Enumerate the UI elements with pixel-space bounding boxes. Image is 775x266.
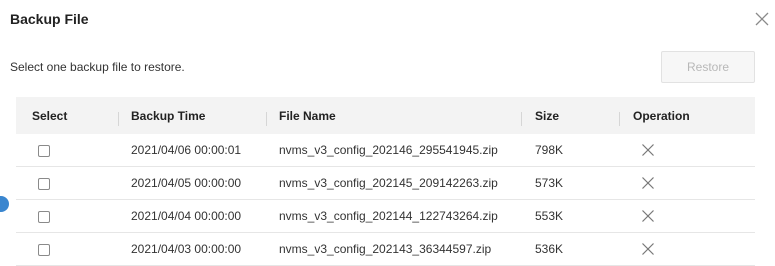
operation-cell (619, 176, 755, 191)
header-select: Select (32, 108, 68, 123)
table-header: Select Backup Time File Name Size Operat… (16, 97, 755, 134)
table-row[interactable]: 2021/04/05 00:00:00 nvms_v3_config_20214… (16, 167, 755, 200)
size-cell: 553K (535, 209, 564, 223)
backup-time-cell: 2021/04/06 00:00:01 (131, 143, 242, 157)
file-name-cell: nvms_v3_config_202146_295541945.zip (279, 143, 498, 157)
operation-cell (619, 143, 755, 158)
backup-time-cell: 2021/04/03 00:00:00 (131, 242, 242, 256)
table-row[interactable]: 2021/04/04 00:00:00 nvms_v3_config_20214… (16, 200, 755, 233)
size-cell: 536K (535, 242, 564, 256)
delete-icon[interactable] (641, 209, 655, 223)
instruction-text: Select one backup file to restore. (10, 60, 185, 74)
dialog-title: Backup File (10, 11, 89, 27)
header-backup-time: Backup Time (118, 109, 266, 126)
file-name-cell: nvms_v3_config_202143_36344597.zip (279, 242, 492, 256)
close-icon (755, 12, 769, 26)
size-cell: 798K (535, 143, 564, 157)
select-cell (16, 143, 118, 157)
operation-cell (619, 242, 755, 257)
table-row[interactable]: 2021/04/06 00:00:01 nvms_v3_config_20214… (16, 134, 755, 167)
backup-table: Select Backup Time File Name Size Operat… (16, 97, 755, 266)
header-operation: Operation (619, 109, 755, 126)
row-checkbox[interactable] (38, 243, 50, 256)
file-name-cell: nvms_v3_config_202145_209142263.zip (279, 176, 498, 190)
delete-icon[interactable] (641, 242, 655, 256)
close-button[interactable] (752, 9, 772, 29)
table-row[interactable]: 2021/04/03 00:00:00 nvms_v3_config_20214… (16, 233, 755, 266)
header-size: Size (521, 109, 619, 126)
row-checkbox[interactable] (38, 144, 50, 157)
header-file-name: File Name (266, 109, 521, 126)
delete-icon[interactable] (641, 143, 655, 157)
size-cell: 573K (535, 176, 564, 190)
select-cell (16, 176, 118, 190)
side-marker (0, 196, 9, 212)
file-name-cell: nvms_v3_config_202144_122743264.zip (279, 209, 498, 223)
restore-button[interactable]: Restore (661, 51, 755, 83)
operation-cell (619, 209, 755, 224)
select-cell (16, 242, 118, 256)
select-cell (16, 209, 118, 223)
backup-time-cell: 2021/04/04 00:00:00 (131, 209, 242, 223)
row-checkbox[interactable] (38, 210, 50, 223)
row-checkbox[interactable] (38, 177, 50, 190)
delete-icon[interactable] (641, 176, 655, 190)
backup-time-cell: 2021/04/05 00:00:00 (131, 176, 242, 190)
